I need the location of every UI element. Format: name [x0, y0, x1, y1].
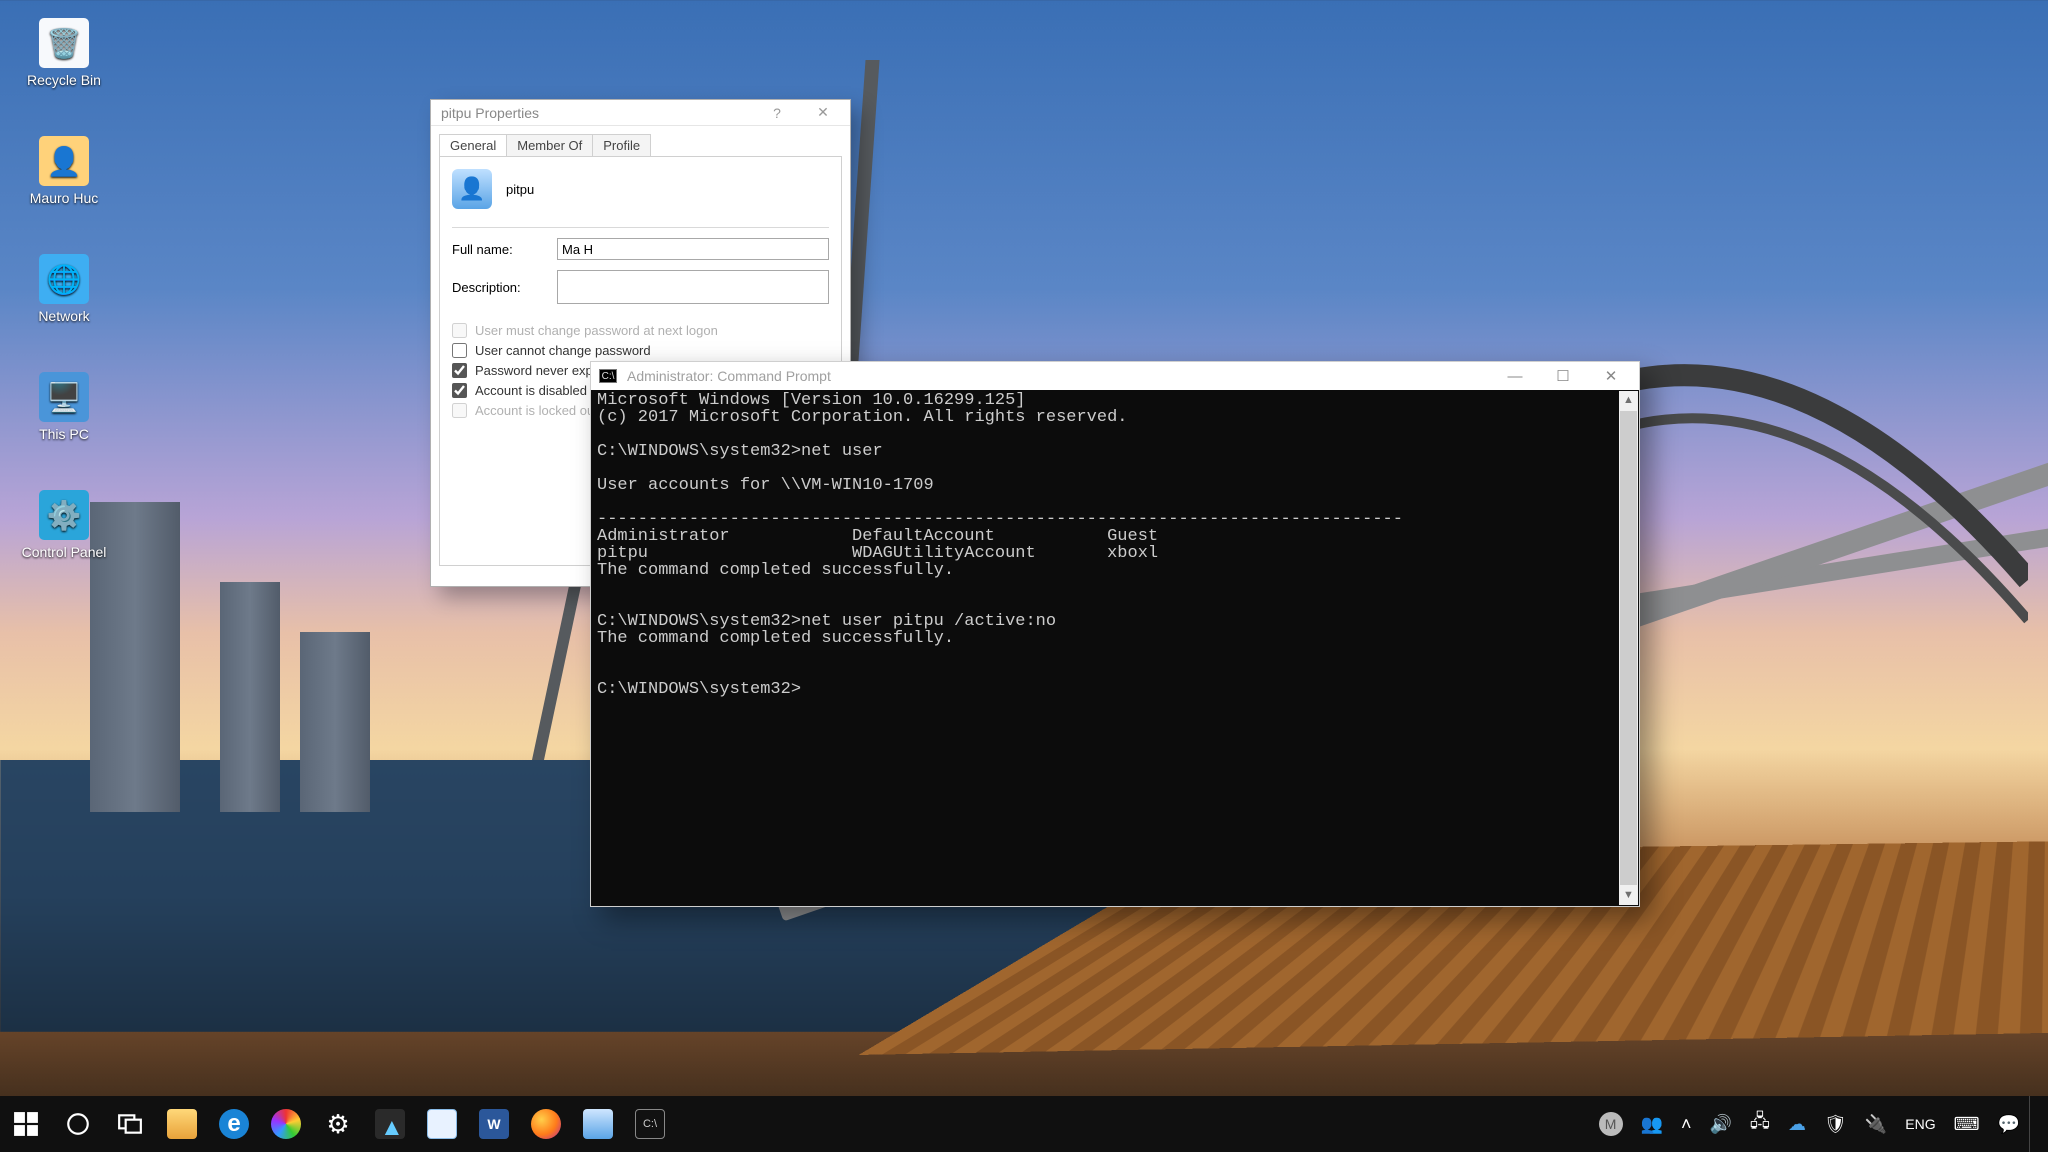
wallpaper-building	[300, 632, 370, 812]
cmd-title: Administrator: Command Prompt	[627, 368, 831, 384]
cannot-change-password-checkbox[interactable]	[452, 343, 467, 358]
must-change-password-label: User must change password at next logon	[475, 323, 718, 338]
cmd-taskbar-icon[interactable]: C:\	[624, 1096, 676, 1152]
command-prompt-window: C:\ Administrator: Command Prompt — ☐ ✕ …	[590, 361, 1640, 907]
description-input[interactable]	[557, 270, 829, 304]
account-locked-label: Account is locked out	[475, 403, 598, 418]
desktop-icon-label: Network	[14, 308, 114, 324]
user-tray-icon[interactable]: M	[1590, 1096, 1632, 1152]
tab-profile[interactable]: Profile	[592, 134, 651, 156]
scroll-up-icon[interactable]: ▲	[1619, 391, 1638, 410]
action-center-icon[interactable]: 💬	[1989, 1096, 2029, 1152]
edge-taskbar-icon[interactable]: e	[208, 1096, 260, 1152]
security-tray-icon[interactable]: 🛡	[1815, 1096, 1856, 1152]
username-label: pitpu	[506, 182, 534, 197]
start-button[interactable]	[0, 1096, 52, 1152]
tab-general[interactable]: General	[439, 134, 507, 156]
scroll-thumb[interactable]	[1620, 411, 1637, 885]
desktop-icon-glyph: ⚙️	[39, 490, 89, 540]
terminal-output[interactable]: Microsoft Windows [Version 10.0.16299.12…	[591, 390, 1639, 906]
must-change-password-checkbox	[452, 323, 467, 338]
keyboard-tray-icon[interactable]: ⌨	[1945, 1096, 1989, 1152]
network-tray-icon[interactable]: 🖧	[1741, 1096, 1779, 1152]
cmd-title-icon: C:\	[599, 369, 617, 383]
maximize-button[interactable]: ☐	[1539, 367, 1587, 385]
tab-member-of[interactable]: Member Of	[506, 134, 593, 156]
firefox-taskbar-icon[interactable]	[520, 1096, 572, 1152]
cortana-button[interactable]	[52, 1096, 104, 1152]
people-tray-icon[interactable]: 👥	[1632, 1096, 1672, 1152]
volume-tray-icon[interactable]: 🔊	[1700, 1096, 1740, 1152]
desktop-icon-glyph: 🖥️	[39, 372, 89, 422]
cmd-titlebar[interactable]: C:\ Administrator: Command Prompt — ☐ ✕	[591, 362, 1639, 390]
user-icon: 👤	[452, 169, 492, 209]
file-explorer-taskbar-icon[interactable]	[156, 1096, 208, 1152]
paint-taskbar-icon[interactable]	[260, 1096, 312, 1152]
show-desktop-button[interactable]	[2029, 1096, 2048, 1152]
minimize-button[interactable]: —	[1491, 368, 1539, 385]
power-tray-icon[interactable]: 🔌	[1856, 1096, 1896, 1152]
cannot-change-password-label: User cannot change password	[475, 343, 651, 358]
help-button[interactable]: ?	[754, 105, 800, 121]
desktop-icon-glyph: 🌐	[39, 254, 89, 304]
desktop-icon-glyph: 🗑️	[39, 18, 89, 68]
settings-taskbar-icon[interactable]: ⚙	[312, 1096, 364, 1152]
close-button[interactable]: ✕	[1587, 367, 1635, 385]
fullname-label: Full name:	[452, 242, 557, 257]
local-users-taskbar-icon[interactable]	[572, 1096, 624, 1152]
scroll-down-icon[interactable]: ▼	[1619, 886, 1638, 905]
desktop-icon-label: Recycle Bin	[14, 72, 114, 88]
fullname-input[interactable]	[557, 238, 829, 260]
notepad-taskbar-icon[interactable]	[416, 1096, 468, 1152]
close-button[interactable]: ✕	[800, 104, 846, 121]
description-label: Description:	[452, 280, 557, 295]
taskbar: e ⚙ ▲ W C:\ M 👥 ˄ 🔊 🖧 ☁ 🛡 🔌 ENG ⌨ 💬	[0, 1096, 2048, 1152]
dialog-title: pitpu Properties	[441, 105, 539, 121]
desktop-icon-label: Mauro Huc	[14, 190, 114, 206]
password-never-expires-checkbox[interactable]	[452, 363, 467, 378]
desktop-icon-label: This PC	[14, 426, 114, 442]
word-taskbar-icon[interactable]: W	[468, 1096, 520, 1152]
language-tray[interactable]: ENG	[1896, 1096, 1944, 1152]
photos-taskbar-icon[interactable]: ▲	[364, 1096, 416, 1152]
task-view-button[interactable]	[104, 1096, 156, 1152]
desktop-icon-network[interactable]: 🌐 Network	[14, 254, 114, 324]
wallpaper-building	[220, 582, 280, 812]
desktop-icon-this-pc[interactable]: 🖥️ This PC	[14, 372, 114, 442]
desktop-icon-label: Control Panel	[14, 544, 114, 560]
desktop-icon-recycle-bin[interactable]: 🗑️ Recycle Bin	[14, 18, 114, 88]
scrollbar[interactable]: ▲ ▼	[1619, 391, 1638, 905]
desktop-icon-mauro-huc[interactable]: 👤 Mauro Huc	[14, 136, 114, 206]
account-disabled-label: Account is disabled	[475, 383, 587, 398]
account-locked-checkbox	[452, 403, 467, 418]
desktop-icon-glyph: 👤	[39, 136, 89, 186]
account-disabled-checkbox[interactable]	[452, 383, 467, 398]
onedrive-tray-icon[interactable]: ☁	[1779, 1096, 1815, 1152]
desktop-icon-control-panel[interactable]: ⚙️ Control Panel	[14, 490, 114, 560]
dialog-titlebar[interactable]: pitpu Properties ? ✕	[431, 100, 850, 125]
tray-overflow-icon[interactable]: ˄	[1672, 1096, 1701, 1152]
